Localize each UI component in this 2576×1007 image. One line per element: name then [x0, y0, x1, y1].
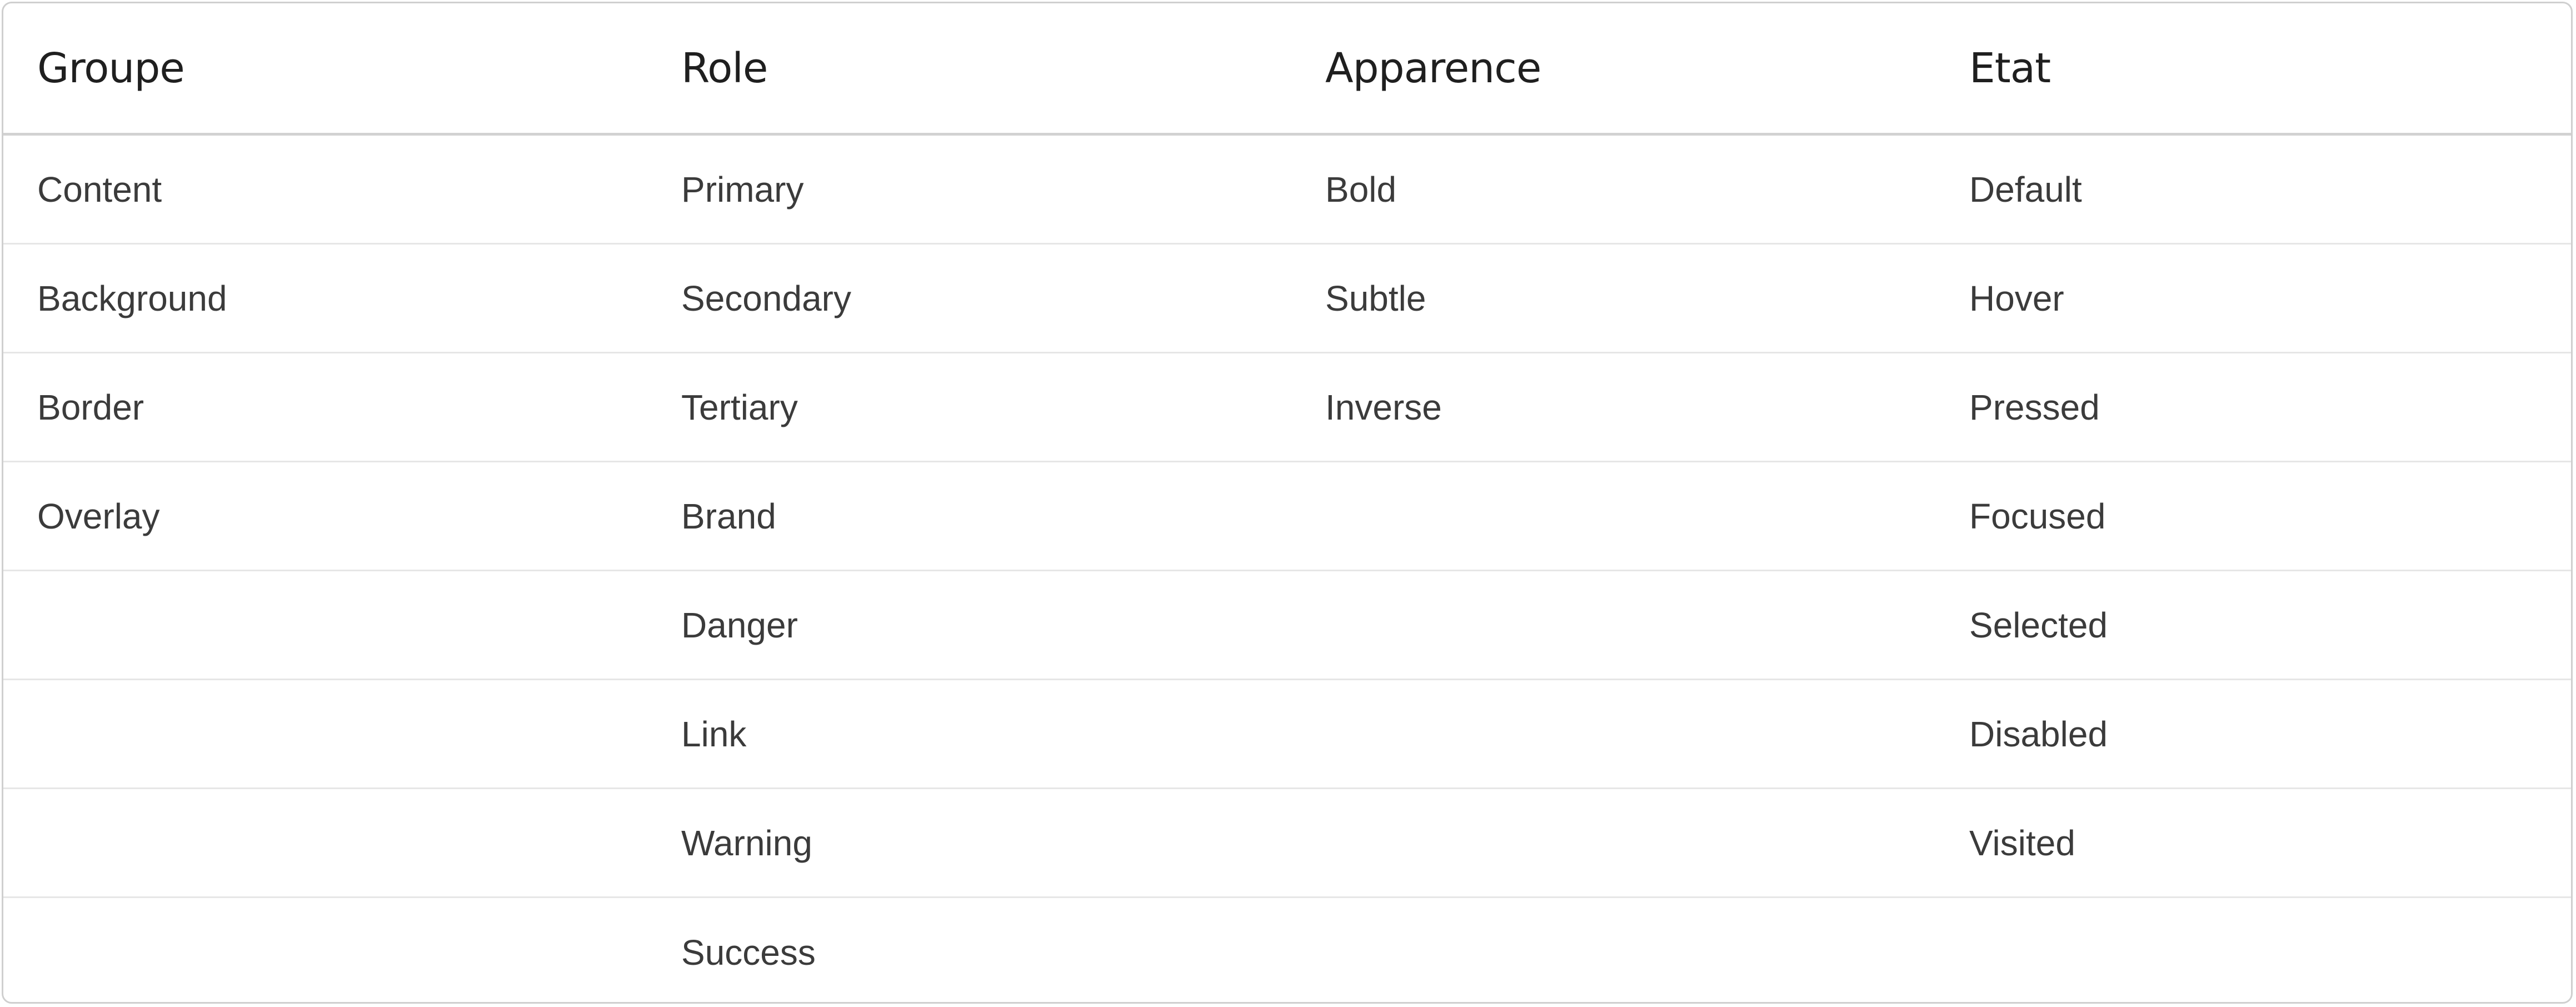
cell-groupe: Background	[37, 278, 227, 318]
cell-role: Primary	[681, 169, 804, 210]
cell-etat: Default	[1969, 169, 2082, 210]
column-header-groupe: Groupe	[37, 44, 185, 92]
cell-apparence: Inverse	[1325, 387, 1442, 427]
cell-etat: Visited	[1969, 822, 2075, 863]
column-header-apparence: Apparence	[1325, 44, 1541, 92]
cell-apparence: Subtle	[1325, 278, 1426, 318]
cell-role: Warning	[681, 822, 812, 863]
column-header-role: Role	[681, 44, 768, 92]
cell-role: Danger	[681, 605, 798, 645]
cell-etat: Selected	[1969, 605, 2108, 645]
cell-groupe: Overlay	[37, 496, 160, 536]
cell-apparence: Bold	[1325, 169, 1397, 210]
tokens-table: Groupe Role Apparence Etat Content Prima…	[2, 2, 2573, 1004]
table-row: Content Primary Bold Default	[3, 136, 2571, 245]
cell-groupe: Content	[37, 169, 162, 210]
cell-role: Success	[681, 933, 816, 973]
table-row: Warning Visited	[3, 789, 2571, 898]
cell-etat: Hover	[1969, 278, 2064, 318]
table-row: Link Disabled	[3, 680, 2571, 789]
table-row: Background Secondary Subtle Hover	[3, 245, 2571, 353]
cell-role: Link	[681, 714, 747, 754]
table-row: Overlay Brand Focused	[3, 462, 2571, 571]
cell-role: Secondary	[681, 278, 851, 318]
cell-groupe: Border	[37, 387, 144, 427]
cell-etat: Disabled	[1969, 714, 2108, 754]
cell-etat: Pressed	[1969, 387, 2100, 427]
table-row: Border Tertiary Inverse Pressed	[3, 353, 2571, 462]
cell-etat: Focused	[1969, 496, 2106, 536]
cell-role: Brand	[681, 496, 776, 536]
table-row: Success	[3, 898, 2571, 1002]
cell-role: Tertiary	[681, 387, 798, 427]
column-header-etat: Etat	[1969, 44, 2051, 92]
table-row: Danger Selected	[3, 571, 2571, 680]
table-header-row: Groupe Role Apparence Etat	[3, 3, 2571, 136]
